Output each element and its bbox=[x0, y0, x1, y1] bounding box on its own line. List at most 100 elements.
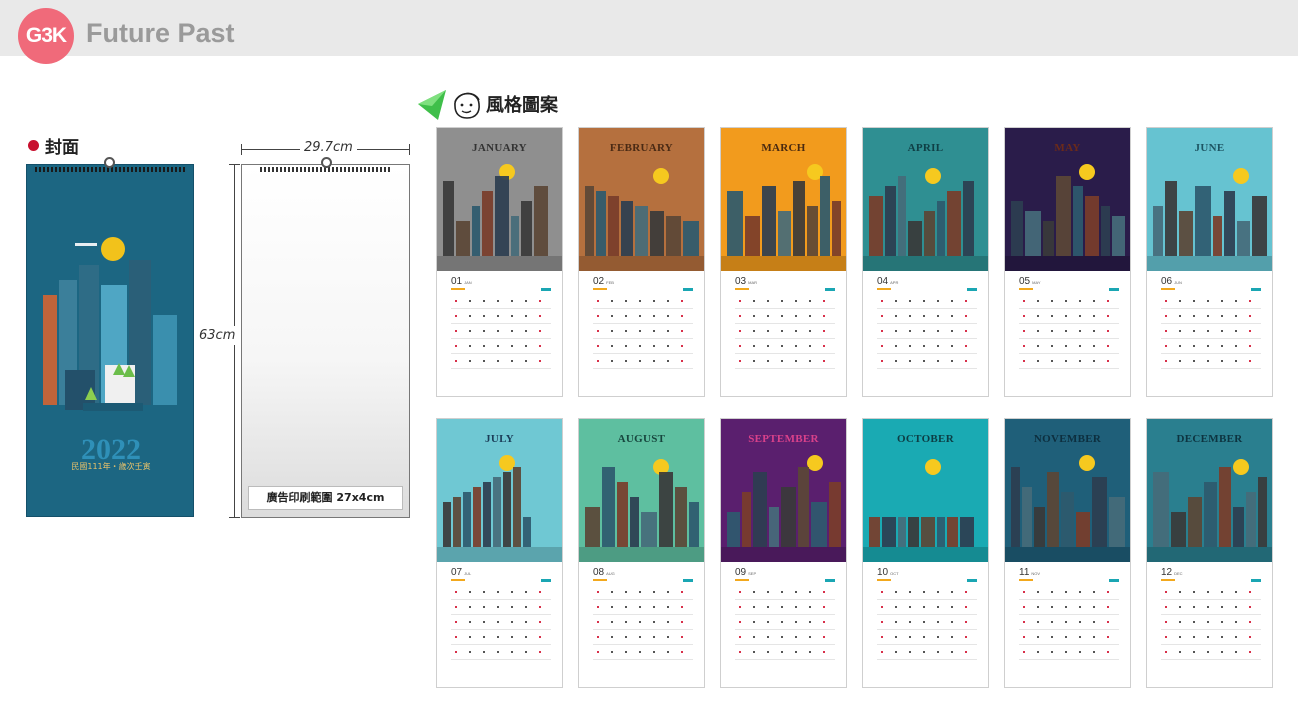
date-mark bbox=[1093, 651, 1095, 653]
date-mark bbox=[497, 651, 499, 653]
date-mark bbox=[739, 345, 741, 347]
month-illustration: NOVEMBER bbox=[1005, 419, 1130, 562]
date-mark bbox=[795, 606, 797, 608]
month-illustration: OCTOBER bbox=[863, 419, 988, 562]
date-mark bbox=[1051, 345, 1053, 347]
month-abbr: MAR bbox=[748, 280, 758, 285]
date-mark bbox=[1107, 606, 1109, 608]
date-mark bbox=[597, 360, 599, 362]
date-mark bbox=[951, 345, 953, 347]
date-mark bbox=[781, 651, 783, 653]
date-mark bbox=[767, 636, 769, 638]
month-number-value: 10 bbox=[877, 567, 889, 578]
date-mark bbox=[1165, 345, 1167, 347]
date-mark bbox=[511, 651, 513, 653]
weekend-header-accent bbox=[541, 288, 551, 291]
date-mark bbox=[739, 360, 741, 362]
style-label: 風格圖案 bbox=[486, 95, 558, 116]
month-abbr: JAN bbox=[464, 280, 472, 285]
date-mark bbox=[625, 621, 627, 623]
date-mark bbox=[1207, 651, 1209, 653]
date-mark bbox=[923, 315, 925, 317]
date-mark bbox=[1079, 651, 1081, 653]
weekend-header-accent bbox=[967, 288, 977, 291]
date-mark bbox=[653, 300, 655, 302]
date-mark bbox=[795, 315, 797, 317]
date-mark bbox=[639, 651, 641, 653]
date-mark bbox=[795, 330, 797, 332]
weekend-header-accent bbox=[825, 288, 835, 291]
date-mark bbox=[597, 606, 599, 608]
date-mark bbox=[1221, 651, 1223, 653]
date-mark bbox=[653, 345, 655, 347]
month-title: NOVEMBER bbox=[1033, 433, 1102, 445]
weekend-header-accent bbox=[541, 579, 551, 582]
size-template-panel: 廣告印刷範圍 27x4cm bbox=[241, 164, 410, 518]
date-mark bbox=[809, 621, 811, 623]
date-mark bbox=[681, 621, 683, 623]
date-mark bbox=[923, 330, 925, 332]
date-mark bbox=[1051, 606, 1053, 608]
date-mark bbox=[1207, 621, 1209, 623]
month-number-value: 11 bbox=[1019, 567, 1030, 578]
date-mark bbox=[1023, 591, 1025, 593]
date-mark bbox=[1107, 315, 1109, 317]
date-mark bbox=[653, 591, 655, 593]
date-mark bbox=[1107, 591, 1109, 593]
date-mark bbox=[681, 360, 683, 362]
date-mark bbox=[1193, 360, 1195, 362]
date-mark bbox=[1221, 330, 1223, 332]
date-mark bbox=[1221, 315, 1223, 317]
date-mark bbox=[539, 360, 541, 362]
month-number: 08 AUG bbox=[593, 567, 693, 578]
week-header-accent bbox=[1019, 579, 1033, 581]
date-mark bbox=[1207, 330, 1209, 332]
date-mark bbox=[483, 330, 485, 332]
date-mark bbox=[511, 300, 513, 302]
date-mark bbox=[1079, 345, 1081, 347]
date-mark bbox=[909, 606, 911, 608]
date-mark bbox=[1037, 330, 1039, 332]
cover-subtitle: 民國111年・歲次壬寅 bbox=[71, 462, 151, 471]
date-mark bbox=[539, 315, 541, 317]
date-mark bbox=[1079, 621, 1081, 623]
date-mark bbox=[809, 636, 811, 638]
date-mark bbox=[525, 651, 527, 653]
height-dimension-tick-top bbox=[229, 164, 240, 165]
month-title: APRIL bbox=[907, 142, 944, 154]
date-mark bbox=[469, 315, 471, 317]
date-mark bbox=[681, 315, 683, 317]
date-mark bbox=[639, 345, 641, 347]
date-mark bbox=[823, 330, 825, 332]
date-mark bbox=[639, 636, 641, 638]
date-mark bbox=[611, 606, 613, 608]
date-rows bbox=[593, 294, 693, 374]
date-mark bbox=[881, 315, 883, 317]
date-mark bbox=[1023, 636, 1025, 638]
date-mark bbox=[483, 591, 485, 593]
date-mark bbox=[1221, 345, 1223, 347]
date-rows bbox=[877, 294, 977, 374]
date-mark bbox=[539, 330, 541, 332]
date-mark bbox=[1179, 360, 1181, 362]
date-mark bbox=[1023, 360, 1025, 362]
date-mark bbox=[1051, 591, 1053, 593]
date-mark bbox=[795, 636, 797, 638]
date-mark bbox=[455, 591, 457, 593]
date-mark bbox=[909, 345, 911, 347]
date-mark bbox=[639, 606, 641, 608]
month-card: DECEMBER 12 DEC bbox=[1146, 418, 1273, 688]
date-mark bbox=[937, 300, 939, 302]
date-mark bbox=[1037, 360, 1039, 362]
date-mark bbox=[525, 636, 527, 638]
date-mark bbox=[739, 315, 741, 317]
month-calendar-grid: 02 FEB bbox=[593, 276, 693, 374]
month-title: AUGUST bbox=[617, 433, 666, 445]
date-mark bbox=[881, 360, 883, 362]
date-mark bbox=[767, 315, 769, 317]
date-mark bbox=[1249, 315, 1251, 317]
date-mark bbox=[1221, 360, 1223, 362]
weekend-header-accent bbox=[1251, 579, 1261, 582]
date-mark bbox=[781, 300, 783, 302]
date-mark bbox=[1235, 606, 1237, 608]
